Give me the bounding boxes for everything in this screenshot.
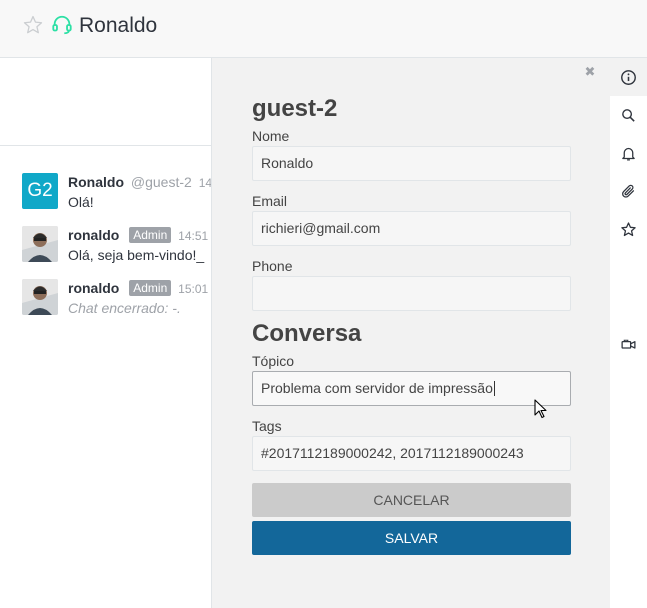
tags-label: Tags xyxy=(252,418,282,434)
message-time: 14 xyxy=(198,176,211,190)
message-time: 15:01 xyxy=(178,282,209,296)
room-title: Ronaldo xyxy=(79,14,158,37)
topic-field[interactable]: Problema com servidor de impressão xyxy=(252,371,571,406)
message-text: Olá, seja bem-vindo!_ xyxy=(68,247,205,263)
message-meta: ronaldo Admin 14:51 xyxy=(68,226,208,245)
conversation-title: Conversa xyxy=(252,320,362,347)
message-list: G2 Ronaldo @guest-2 14 Olá! ronaldo Admi… xyxy=(0,58,211,608)
user-photo-icon xyxy=(22,279,58,315)
topic-value: Problema com servidor de impressão xyxy=(261,380,493,396)
role-badge: Admin xyxy=(129,280,172,296)
info-icon[interactable] xyxy=(620,69,637,86)
message-handle: @guest-2 xyxy=(130,174,192,190)
user-photo-icon xyxy=(22,226,58,262)
star-icon[interactable] xyxy=(620,221,637,238)
save-button[interactable]: SALVAR xyxy=(252,521,571,555)
message-text: Chat encerrado: -. xyxy=(68,300,181,316)
role-badge: Admin xyxy=(129,227,172,243)
message-author[interactable]: ronaldo xyxy=(68,280,119,296)
avatar[interactable] xyxy=(22,226,58,262)
room-toolbar xyxy=(610,58,647,608)
message-item: ronaldo Admin 15:01 Chat encerrado: -. xyxy=(22,279,211,319)
cancel-button[interactable]: CANCELAR xyxy=(252,483,571,517)
email-field[interactable]: richieri@gmail.com xyxy=(252,211,571,246)
phone-label: Phone xyxy=(252,258,293,274)
search-icon[interactable] xyxy=(620,107,637,124)
guest-title: guest-2 xyxy=(252,95,338,122)
phone-field[interactable] xyxy=(252,276,571,311)
email-label: Email xyxy=(252,193,288,209)
close-icon[interactable]: ✖ xyxy=(584,65,596,78)
message-time: 14:51 xyxy=(178,229,209,243)
video-icon[interactable] xyxy=(620,336,637,353)
avatar[interactable]: G2 xyxy=(22,173,58,209)
avatar[interactable] xyxy=(22,279,58,315)
message-item: ronaldo Admin 14:51 Olá, seja bem-vindo!… xyxy=(22,226,211,266)
star-icon[interactable] xyxy=(22,14,44,36)
name-field[interactable]: Ronaldo xyxy=(252,146,571,181)
message-text: Olá! xyxy=(68,194,94,210)
message-meta: Ronaldo @guest-2 14 xyxy=(68,173,211,192)
room-header: Ronaldo xyxy=(0,0,647,58)
name-label: Nome xyxy=(252,128,290,144)
message-author[interactable]: Ronaldo xyxy=(68,174,124,190)
headset-icon xyxy=(52,15,72,35)
bell-icon[interactable] xyxy=(620,145,637,162)
text-caret xyxy=(493,381,495,396)
message-item: G2 Ronaldo @guest-2 14 Olá! xyxy=(22,173,211,213)
topic-label: Tópico xyxy=(252,353,295,369)
message-meta: ronaldo Admin 15:01 xyxy=(68,279,208,298)
message-author[interactable]: ronaldo xyxy=(68,227,119,243)
visitor-edit-panel: ✖ guest-2 Nome Ronaldo Email richieri@gm… xyxy=(211,58,610,608)
tags-field[interactable]: #2017112189000242, 2017112189000243 xyxy=(252,436,571,471)
messages-top-area xyxy=(0,58,211,146)
paperclip-icon[interactable] xyxy=(620,183,637,200)
mouse-cursor-icon xyxy=(534,399,547,419)
